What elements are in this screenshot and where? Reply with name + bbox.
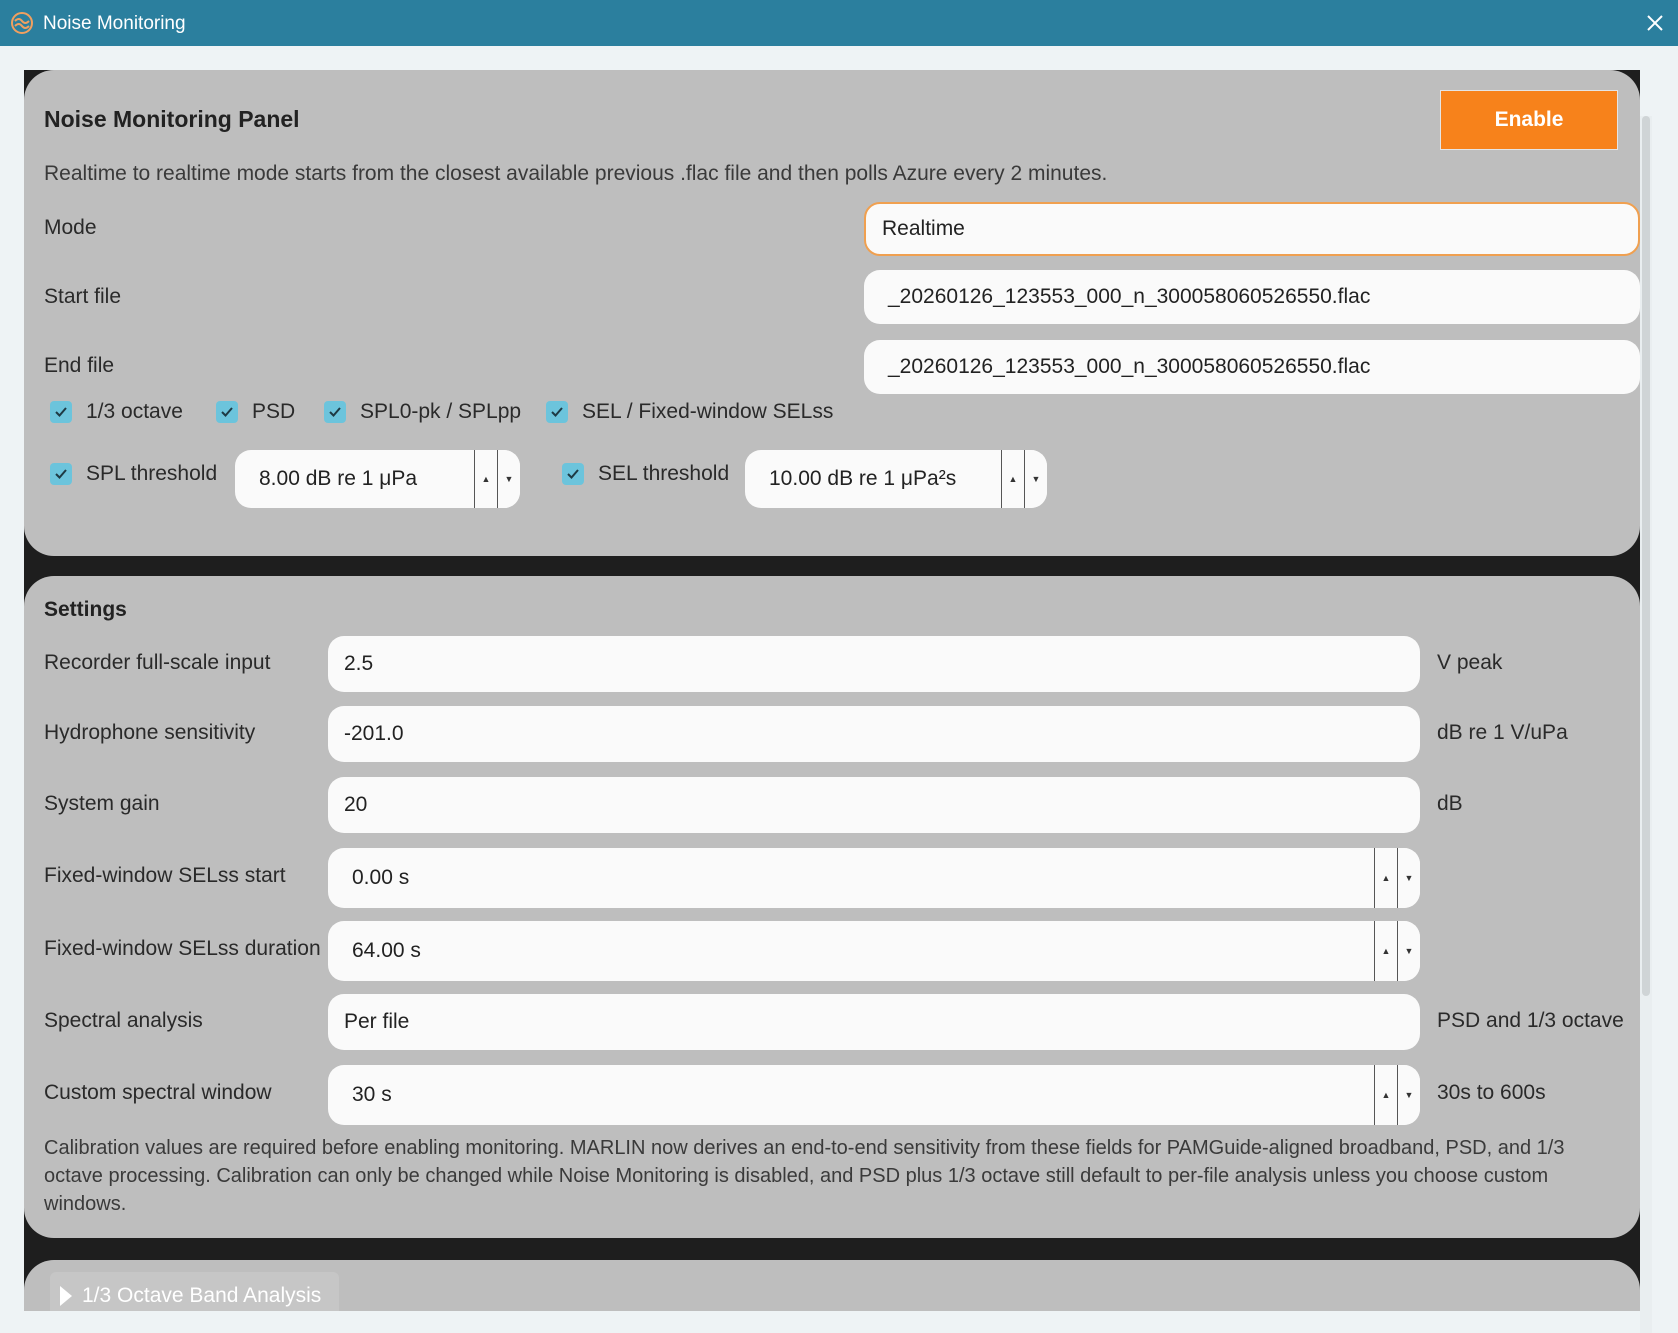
checkbox-label: 1/3 octave	[86, 400, 183, 423]
start-file-field[interactable]: _20260126_123553_000_n_300058060526550.f…	[864, 270, 1640, 324]
spin-up-icon[interactable]: ▲	[1374, 848, 1397, 908]
custom-window-spinbox[interactable]: 30 s ▲ ▼	[328, 1065, 1420, 1125]
calibration-note: Calibration values are required before e…	[44, 1137, 1565, 1215]
setting-label: Hydrophone sensitivity	[44, 721, 256, 744]
spin-buttons: ▲ ▼	[1374, 1065, 1420, 1125]
spin-down-icon[interactable]: ▼	[1024, 450, 1047, 508]
spin-buttons: ▲ ▼	[1374, 848, 1420, 908]
setting-unit: V peak	[1437, 651, 1503, 674]
setting-unit: 30s to 600s	[1437, 1081, 1546, 1104]
setting-unit: dB	[1437, 792, 1463, 815]
spin-up-icon[interactable]: ▲	[474, 450, 497, 508]
enable-button[interactable]: Enable	[1440, 90, 1618, 150]
title-bar: Noise Monitoring	[0, 0, 1678, 46]
spin-up-icon[interactable]: ▲	[1374, 921, 1397, 981]
spinbox-value: 10.00 dB re 1 μPa²s	[769, 467, 957, 490]
setting-label: Custom spectral window	[44, 1081, 272, 1104]
spin-down-icon[interactable]: ▼	[1397, 1065, 1420, 1125]
spinbox-value: 30 s	[352, 1083, 392, 1106]
spinbox-value: 64.00 s	[352, 939, 421, 962]
checkmark-icon	[50, 463, 72, 485]
settings-heading: Settings	[44, 598, 127, 621]
scroll-content: Noise Monitoring Panel Enable Realtime t…	[24, 70, 1640, 1311]
spinbox-value: 0.00 s	[352, 866, 410, 889]
panel-description: Realtime to realtime mode starts from th…	[44, 162, 1108, 185]
checkmark-icon	[216, 401, 238, 423]
spin-buttons: ▲ ▼	[1374, 921, 1420, 981]
mode-label: Mode	[44, 216, 97, 239]
spin-up-icon[interactable]: ▲	[1001, 450, 1024, 508]
mode-select[interactable]: Realtime	[864, 202, 1640, 256]
checkbox-label: SPL threshold	[86, 462, 218, 485]
setting-label: Fixed-window SELss duration	[44, 937, 321, 960]
expand-arrow-icon	[60, 1286, 72, 1306]
checkmark-icon	[50, 401, 72, 423]
window-title: Noise Monitoring	[43, 13, 186, 34]
checkmark-icon	[546, 401, 568, 423]
checkbox-label: SEL / Fixed-window SELss	[582, 400, 834, 423]
monitoring-panel: Noise Monitoring Panel Enable Realtime t…	[24, 70, 1640, 556]
octave-expander[interactable]: 1/3 Octave Band Analysis	[50, 1272, 340, 1311]
setting-unit: dB re 1 V/uPa	[1437, 721, 1568, 744]
system-gain-field[interactable]: 20	[328, 777, 1420, 833]
checkbox-third-octave[interactable]: 1/3 octave	[50, 400, 183, 424]
expander-label: 1/3 Octave Band Analysis	[82, 1284, 322, 1307]
spl-threshold-spinbox[interactable]: 8.00 dB re 1 μPa ▲ ▼	[235, 450, 520, 508]
close-icon[interactable]	[1632, 0, 1678, 46]
full-scale-input-field[interactable]: 2.5	[328, 636, 1420, 692]
spectral-analysis-select[interactable]: Per file	[328, 994, 1420, 1050]
checkbox-spl[interactable]: SPL0-pk / SPLpp	[324, 400, 521, 424]
selss-start-spinbox[interactable]: 0.00 s ▲ ▼	[328, 848, 1420, 908]
spin-down-icon[interactable]: ▼	[1397, 848, 1420, 908]
spin-down-icon[interactable]: ▼	[497, 450, 520, 508]
checkmark-icon	[562, 463, 584, 485]
app-logo-icon	[11, 12, 33, 34]
end-file-label: End file	[44, 354, 115, 377]
spin-buttons: ▲ ▼	[1001, 450, 1047, 508]
checkbox-spl-threshold[interactable]: SPL threshold	[50, 462, 217, 486]
checkbox-sel-threshold[interactable]: SEL threshold	[562, 462, 729, 486]
octave-panel: 1/3 Octave Band Analysis	[24, 1260, 1640, 1311]
checkbox-psd[interactable]: PSD	[216, 400, 295, 424]
scrollbar-thumb[interactable]	[1642, 116, 1650, 996]
settings-panel: Settings Recorder full-scale input 2.5 V…	[24, 576, 1640, 1238]
setting-label: Spectral analysis	[44, 1009, 203, 1032]
end-file-field[interactable]: _20260126_123553_000_n_300058060526550.f…	[864, 340, 1640, 394]
checkmark-icon	[324, 401, 346, 423]
checkbox-sel[interactable]: SEL / Fixed-window SELss	[546, 400, 833, 424]
spinbox-value: 8.00 dB re 1 μPa	[259, 467, 418, 490]
setting-label: Fixed-window SELss start	[44, 864, 286, 887]
spin-up-icon[interactable]: ▲	[1374, 1065, 1397, 1125]
panel-heading: Noise Monitoring Panel	[44, 106, 300, 132]
setting-label: System gain	[44, 792, 160, 815]
vertical-scrollbar[interactable]	[1640, 116, 1652, 1333]
window-body: Noise Monitoring Panel Enable Realtime t…	[0, 46, 1678, 1333]
hydrophone-sensitivity-field[interactable]: -201.0	[328, 706, 1420, 762]
checkbox-label: SPL0-pk / SPLpp	[360, 400, 522, 423]
selss-duration-spinbox[interactable]: 64.00 s ▲ ▼	[328, 921, 1420, 981]
sel-threshold-spinbox[interactable]: 10.00 dB re 1 μPa²s ▲ ▼	[745, 450, 1047, 508]
spin-buttons: ▲ ▼	[474, 450, 520, 508]
checkbox-label: SEL threshold	[598, 462, 730, 485]
checkbox-label: PSD	[252, 400, 296, 423]
setting-unit: PSD and 1/3 octave	[1437, 1009, 1624, 1032]
setting-label: Recorder full-scale input	[44, 651, 271, 674]
spin-down-icon[interactable]: ▼	[1397, 921, 1420, 981]
start-file-label: Start file	[44, 285, 122, 308]
